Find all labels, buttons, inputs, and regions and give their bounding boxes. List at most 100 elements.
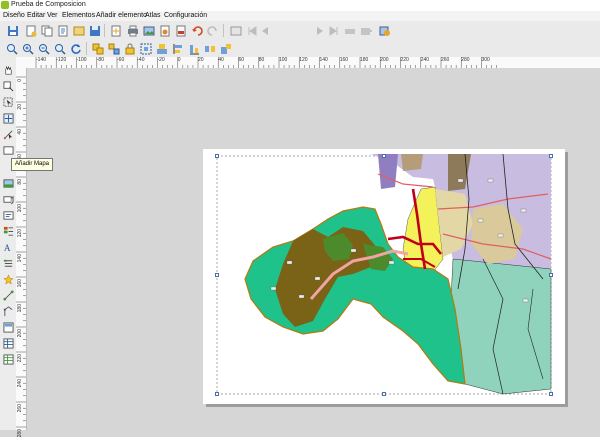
menu-editar[interactable]: Editar [27, 12, 45, 19]
first-feature-icon[interactable] [245, 24, 258, 37]
ruler-label: 220 [17, 354, 23, 363]
resize-handle[interactable] [549, 392, 553, 396]
next-feature-icon[interactable] [313, 24, 326, 37]
previous-feature-icon[interactable] [258, 24, 271, 37]
add-legend-icon[interactable] [2, 225, 14, 237]
toolbar-separator [223, 24, 224, 37]
unlock-icon[interactable] [139, 42, 152, 55]
add-html-icon[interactable] [2, 321, 14, 333]
last-feature-icon[interactable] [327, 24, 340, 37]
ruler-label: 300 [481, 57, 490, 63]
atlas-preview-icon[interactable] [229, 24, 242, 37]
menu-atlas[interactable]: Atlas [145, 12, 161, 19]
move-content-icon[interactable] [2, 112, 14, 124]
lock-icon[interactable] [123, 42, 136, 55]
ruler-label: 160 [17, 279, 23, 288]
composition-page[interactable] [203, 149, 565, 404]
menu-bar: Diseño Editar Ver Elementos Añadir eleme… [0, 11, 600, 21]
menu-diseno[interactable]: Diseño [3, 12, 25, 19]
print-icon[interactable] [126, 24, 139, 37]
edit-nodes-icon[interactable] [2, 128, 14, 140]
ruler-label: -100 [76, 57, 87, 63]
new-composer-icon[interactable] [24, 24, 37, 37]
ruler-label: -60 [117, 57, 125, 63]
atlas-settings-icon[interactable] [378, 24, 391, 37]
resize-handle[interactable] [549, 154, 553, 158]
ruler-label: 260 [17, 404, 23, 413]
add-north-arrow-icon[interactable] [2, 257, 14, 269]
ruler-label: 120 [299, 57, 308, 63]
composer-manager-icon[interactable] [56, 24, 69, 37]
ruler-label: 40 [218, 57, 224, 63]
title-bar: Prueba de Composicion [0, 0, 600, 11]
menu-anadir-elemento[interactable]: Añadir elemento [96, 12, 147, 19]
zoom-tool-icon[interactable] [2, 80, 14, 92]
raise-icon[interactable] [155, 42, 168, 55]
zoom-in-icon[interactable] [21, 42, 34, 55]
export-atlas-icon[interactable] [359, 24, 372, 37]
refresh-icon[interactable] [69, 42, 82, 55]
resize-handle[interactable] [382, 392, 386, 396]
add-image-icon[interactable] [2, 177, 14, 189]
duplicate-composer-icon[interactable] [40, 24, 53, 37]
redo-icon[interactable] [206, 24, 219, 37]
resize-handle[interactable] [549, 273, 553, 277]
svg-text:A: A [3, 243, 10, 253]
ungroup-icon[interactable] [107, 42, 120, 55]
resize-icon[interactable] [219, 42, 232, 55]
composer-toolbar: 1▼ [0, 21, 600, 57]
add-scalebar-icon[interactable]: A [2, 241, 14, 253]
ruler-label: -20 [157, 57, 165, 63]
menu-configuracion[interactable]: Configuración [164, 12, 207, 19]
add-3d-map-icon[interactable] [2, 193, 14, 205]
item-toolbar [0, 40, 600, 58]
ruler-label: 280 [461, 57, 470, 63]
menu-ver[interactable]: Ver [47, 12, 58, 19]
pan-icon[interactable] [2, 64, 14, 76]
export-image-icon[interactable] [142, 24, 155, 37]
align-left-icon[interactable] [171, 42, 184, 55]
add-map-icon[interactable] [2, 144, 14, 156]
ruler-label: 80 [258, 57, 265, 63]
resize-handle[interactable] [215, 154, 219, 158]
save-icon[interactable] [6, 24, 19, 37]
add-node-icon[interactable] [2, 289, 14, 301]
open-template-icon[interactable] [88, 24, 101, 37]
add-attribute-table-icon[interactable] [2, 353, 14, 365]
toolbar-separator [86, 42, 87, 55]
page-setup-icon[interactable] [109, 24, 122, 37]
add-table-icon[interactable] [2, 337, 14, 349]
group-icon[interactable] [91, 42, 104, 55]
app-icon [1, 1, 9, 9]
ruler-label: 20 [17, 104, 23, 110]
ruler-label: 60 [238, 57, 245, 63]
zoom-out-icon[interactable] [37, 42, 50, 55]
zoom-full-icon[interactable] [5, 42, 18, 55]
zoom-actual-icon[interactable] [53, 42, 66, 55]
resize-handle[interactable] [382, 154, 386, 158]
tools-toolbar: A [0, 57, 17, 430]
ruler-label: 160 [339, 57, 349, 63]
add-label-icon[interactable] [2, 209, 14, 221]
save-template-icon[interactable] [72, 24, 85, 37]
ruler-label: 100 [279, 57, 288, 63]
export-pdf-icon[interactable] [174, 24, 187, 37]
export-svg-icon[interactable] [158, 24, 171, 37]
map-item[interactable] [203, 149, 565, 404]
add-shape-icon[interactable] [2, 273, 14, 285]
resize-handle[interactable] [215, 392, 219, 396]
select-move-icon[interactable] [2, 96, 14, 108]
ruler-label: 260 [441, 57, 450, 63]
tooltip: Añadir Mapa [11, 158, 54, 171]
ruler-label: 280 [17, 429, 23, 437]
undo-icon[interactable] [190, 24, 203, 37]
distribute-icon[interactable] [203, 42, 216, 55]
print-atlas-icon[interactable] [343, 24, 356, 37]
toolbar-separator [104, 24, 105, 37]
ruler-label: 140 [319, 57, 328, 63]
menu-elementos[interactable]: Elementos [62, 12, 95, 19]
add-arrow-icon[interactable] [2, 305, 14, 317]
resize-handle[interactable] [215, 273, 219, 277]
ruler-label: 120 [17, 229, 23, 238]
align-center-icon[interactable] [187, 42, 200, 55]
